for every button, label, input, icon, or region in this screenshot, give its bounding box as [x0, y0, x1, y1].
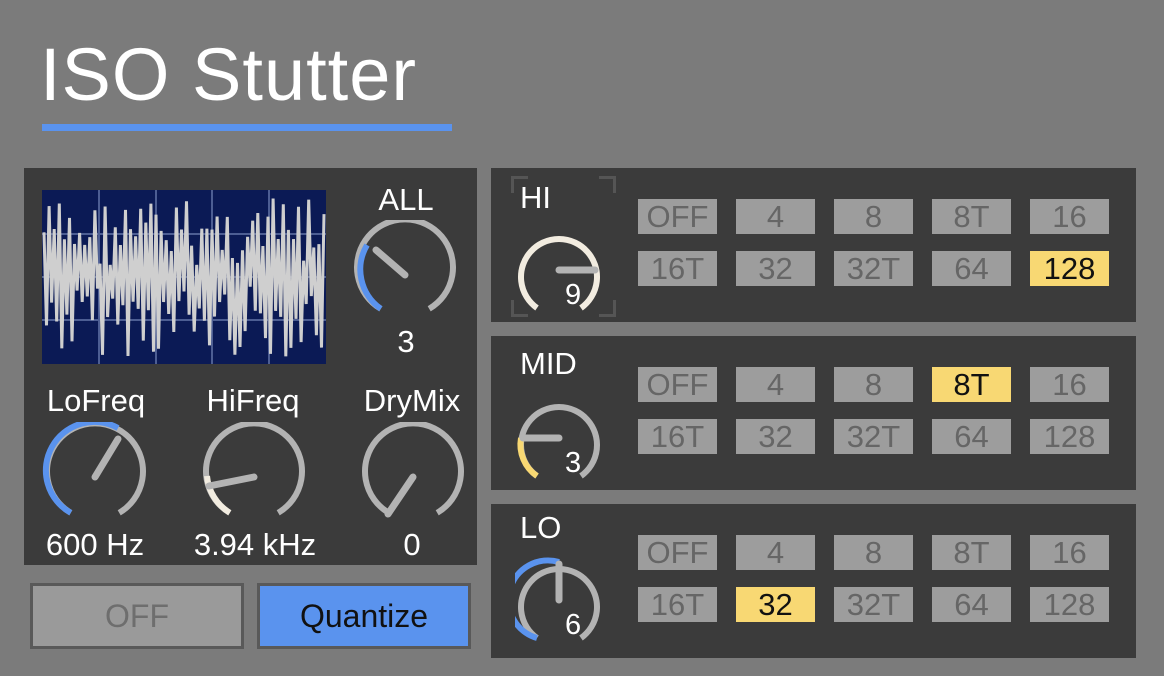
rate-button-lo-16t[interactable]: 16T: [638, 587, 717, 622]
band-hi-panel: HI 9 OFF 4 8 8T 16 16T 32 32T 64 128: [491, 168, 1136, 322]
rate-button-mid-32t[interactable]: 32T: [834, 419, 913, 454]
rate-button-mid-16t[interactable]: 16T: [638, 419, 717, 454]
band-mid-panel: MID 3 OFF 4 8 8T 16 16T 32 32T 64 128: [491, 336, 1136, 490]
rate-button-mid-16[interactable]: 16: [1030, 367, 1109, 402]
band-lo-panel: LO 6 OFF 4 8 8T 16 16T 32 32T 64 128: [491, 504, 1136, 658]
quantize-button[interactable]: Quantize: [257, 583, 471, 649]
rate-button-lo-16[interactable]: 16: [1030, 535, 1109, 570]
drymix-label: DryMix: [363, 383, 461, 418]
band-lo-label: LO: [520, 510, 562, 545]
rate-button-hi-32[interactable]: 32: [736, 251, 815, 286]
drymix-value: 0: [403, 527, 421, 562]
band-mid-rate-grid: OFF 4 8 8T 16 16T 32 32T 64 128: [638, 367, 1109, 454]
rate-button-hi-16t[interactable]: 16T: [638, 251, 717, 286]
lofreq-knob[interactable]: [40, 422, 150, 532]
rate-button-lo-128[interactable]: 128: [1030, 587, 1109, 622]
rate-button-lo-off[interactable]: OFF: [638, 535, 717, 570]
band-hi-knob[interactable]: [515, 226, 603, 314]
band-lo-value: 6: [565, 609, 582, 641]
rate-button-hi-128[interactable]: 128: [1030, 251, 1109, 286]
rate-button-lo-32t[interactable]: 32T: [834, 587, 913, 622]
all-value: 3: [397, 324, 415, 359]
lofreq-value: 600 Hz: [45, 527, 145, 562]
band-lo-rate-grid: OFF 4 8 8T 16 16T 32 32T 64 128: [638, 535, 1109, 622]
rate-button-lo-8[interactable]: 8: [834, 535, 913, 570]
rate-button-mid-8t[interactable]: 8T: [932, 367, 1011, 402]
rate-button-hi-64[interactable]: 64: [932, 251, 1011, 286]
rate-button-hi-8t[interactable]: 8T: [932, 199, 1011, 234]
band-hi-value: 9: [565, 279, 582, 311]
rate-button-hi-16[interactable]: 16: [1030, 199, 1109, 234]
device-title: ISO Stutter: [40, 33, 418, 116]
band-hi-label: HI: [520, 180, 551, 215]
hifreq-knob[interactable]: [199, 422, 309, 532]
rate-button-lo-64[interactable]: 64: [932, 587, 1011, 622]
rate-button-hi-8[interactable]: 8: [834, 199, 913, 234]
drymix-knob[interactable]: [358, 422, 468, 532]
rate-button-hi-32t[interactable]: 32T: [834, 251, 913, 286]
waveform-scope: [42, 190, 326, 364]
rate-button-mid-128[interactable]: 128: [1030, 419, 1109, 454]
band-mid-label: MID: [520, 346, 577, 381]
rate-button-hi-off[interactable]: OFF: [638, 199, 717, 234]
rate-button-mid-8[interactable]: 8: [834, 367, 913, 402]
rate-button-mid-64[interactable]: 64: [932, 419, 1011, 454]
band-lo-knob[interactable]: [515, 556, 603, 644]
all-label: ALL: [378, 182, 434, 217]
rate-button-mid-32[interactable]: 32: [736, 419, 815, 454]
rate-button-hi-4[interactable]: 4: [736, 199, 815, 234]
hifreq-label: HiFreq: [206, 383, 300, 418]
rate-button-lo-4[interactable]: 4: [736, 535, 815, 570]
rate-button-mid-4[interactable]: 4: [736, 367, 815, 402]
band-mid-knob[interactable]: [515, 394, 603, 482]
off-button[interactable]: OFF: [30, 583, 244, 649]
lofreq-label: LoFreq: [46, 383, 146, 418]
hifreq-value: 3.94 kHz: [193, 527, 317, 562]
rate-button-lo-32[interactable]: 32: [736, 587, 815, 622]
rate-button-mid-off[interactable]: OFF: [638, 367, 717, 402]
focus-corner-tr: [599, 176, 616, 193]
rate-button-lo-8t[interactable]: 8T: [932, 535, 1011, 570]
all-knob[interactable]: [350, 220, 460, 330]
band-mid-value: 3: [565, 447, 582, 479]
band-hi-rate-grid: OFF 4 8 8T 16 16T 32 32T 64 128: [638, 199, 1109, 286]
title-underline: [42, 124, 452, 131]
